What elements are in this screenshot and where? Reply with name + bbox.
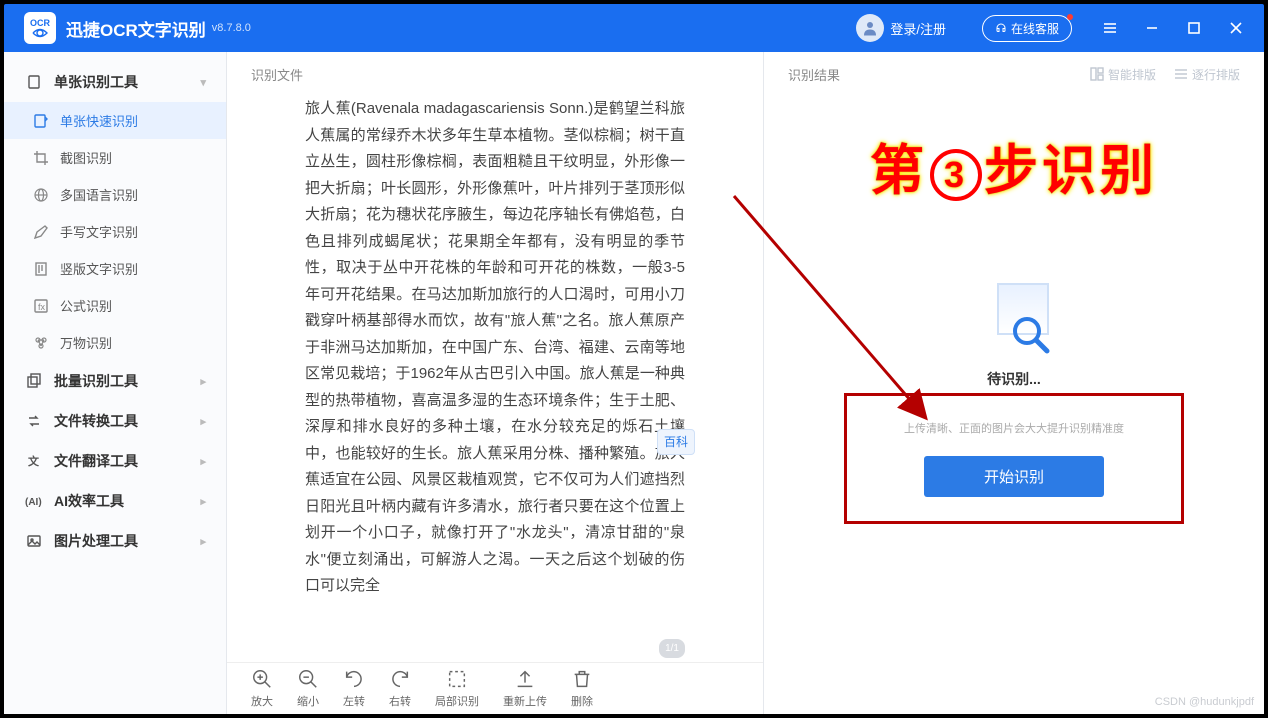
crop-icon <box>32 149 50 167</box>
watermark: CSDN @hudunkjpdf <box>1155 696 1254 708</box>
object-icon <box>32 334 50 352</box>
sidebar-item-formula[interactable]: fx公式识别 <box>4 287 226 324</box>
chevron-right-icon: ▸ <box>200 535 206 548</box>
app-window: OCR 迅捷OCR文字识别 v8.7.8.0 登录/注册 在线客服 单张识别工具… <box>4 4 1264 714</box>
formula-icon: fx <box>32 297 50 315</box>
close-button[interactable] <box>1228 20 1244 36</box>
sidebar-group-batch[interactable]: 批量识别工具▸ <box>4 361 226 401</box>
annotation-arrow-icon <box>724 186 984 446</box>
svg-text:文: 文 <box>28 454 40 468</box>
waiting-illustration-icon <box>979 283 1049 353</box>
tool-region[interactable]: 局部识别 <box>435 668 479 709</box>
tool-rotate-right[interactable]: 右转 <box>389 668 411 709</box>
result-header: 识别结果 智能排版 逐行排版 <box>764 52 1264 96</box>
sidebar-group-single[interactable]: 单张识别工具 ▾ <box>4 62 226 102</box>
wait-label: 待识别... <box>987 369 1041 389</box>
pen-icon <box>32 223 50 241</box>
upload-icon <box>514 668 536 690</box>
quick-icon <box>32 112 50 130</box>
convert-icon <box>24 411 44 431</box>
region-icon <box>446 668 468 690</box>
sidebar-group-translate[interactable]: 文文件翻译工具▸ <box>4 441 226 481</box>
smart-layout-button[interactable]: 智能排版 <box>1090 66 1156 83</box>
rotate-left-icon <box>343 668 365 690</box>
chevron-down-icon: ▾ <box>200 76 206 89</box>
sidebar-group-ai[interactable]: (AI)AI效率工具▸ <box>4 481 226 521</box>
chevron-right-icon: ▸ <box>200 375 206 388</box>
page-indicator: 1/1 <box>659 639 685 658</box>
document-preview[interactable]: 旅人蕉(Ravenala madagascariensis Sonn.)是鹤望兰… <box>227 96 763 662</box>
result-body: 第3步识别 待识别... 上传清晰、正面的图片会大大提升识别精准度 <box>764 96 1264 714</box>
layout-icon <box>1090 67 1104 81</box>
sidebar-item-handwriting[interactable]: 手写文字识别 <box>4 213 226 250</box>
zoom-in-icon <box>251 668 273 690</box>
app-body: 单张识别工具 ▾ 单张快速识别 截图识别 多国语言识别 手写文字识别 竖版文字识… <box>4 52 1264 714</box>
app-logo-icon: OCR <box>24 12 56 44</box>
svg-text:fx: fx <box>38 302 46 312</box>
rotate-right-icon <box>389 668 411 690</box>
globe-icon <box>32 186 50 204</box>
sidebar-item-vertical[interactable]: 竖版文字识别 <box>4 250 226 287</box>
batch-icon <box>24 371 44 391</box>
ai-icon: (AI) <box>24 491 44 511</box>
zoom-out-icon <box>297 668 319 690</box>
login-link[interactable]: 登录/注册 <box>890 19 946 38</box>
tool-zoom-in[interactable]: 放大 <box>251 668 273 709</box>
chevron-right-icon: ▸ <box>200 415 206 428</box>
translate-icon: 文 <box>24 451 44 471</box>
tool-zoom-out[interactable]: 缩小 <box>297 668 319 709</box>
line-layout-button[interactable]: 逐行排版 <box>1174 66 1240 83</box>
chevron-right-icon: ▸ <box>200 455 206 468</box>
tool-reupload[interactable]: 重新上传 <box>503 668 547 709</box>
menu-icon[interactable] <box>1102 20 1118 36</box>
source-header: 识别文件 <box>227 52 763 96</box>
sidebar-group-convert[interactable]: 文件转换工具▸ <box>4 401 226 441</box>
document-text: 旅人蕉(Ravenala madagascariensis Sonn.)是鹤望兰… <box>305 96 685 662</box>
app-title: 迅捷OCR文字识别 <box>66 16 206 41</box>
svg-text:(AI): (AI) <box>25 497 42 508</box>
sidebar-item-everything[interactable]: 万物识别 <box>4 324 226 361</box>
customer-service-button[interactable]: 在线客服 <box>982 15 1072 42</box>
titlebar: OCR 迅捷OCR文字识别 v8.7.8.0 登录/注册 在线客服 <box>4 4 1264 52</box>
source-pane: 识别文件 旅人蕉(Ravenala madagascariensis Sonn.… <box>227 52 764 714</box>
sidebar-item-quick[interactable]: 单张快速识别 <box>4 102 226 139</box>
result-pane: 识别结果 智能排版 逐行排版 第3步识别 待识别. <box>764 52 1264 714</box>
sidebar-item-multilang[interactable]: 多国语言识别 <box>4 176 226 213</box>
maximize-button[interactable] <box>1186 20 1202 36</box>
sidebar-item-screenshot[interactable]: 截图识别 <box>4 139 226 176</box>
headset-icon <box>995 22 1007 34</box>
vertical-text-icon <box>32 260 50 278</box>
minimize-button[interactable] <box>1144 20 1160 36</box>
trash-icon <box>571 668 593 690</box>
avatar-icon[interactable] <box>856 14 884 42</box>
tool-rotate-left[interactable]: 左转 <box>343 668 365 709</box>
single-page-icon <box>24 72 44 92</box>
chevron-right-icon: ▸ <box>200 495 206 508</box>
image-icon <box>24 531 44 551</box>
content: 识别文件 旅人蕉(Ravenala madagascariensis Sonn.… <box>227 52 1264 714</box>
start-recognition-button[interactable]: 开始识别 <box>924 456 1104 497</box>
baike-badge[interactable]: 百科 <box>657 429 695 455</box>
toolbar: 放大 缩小 左转 右转 局部识别 重新上传 删除 <box>227 662 763 714</box>
tool-delete[interactable]: 删除 <box>571 668 593 709</box>
app-version: v8.7.8.0 <box>212 22 251 34</box>
sidebar: 单张识别工具 ▾ 单张快速识别 截图识别 多国语言识别 手写文字识别 竖版文字识… <box>4 52 227 714</box>
lines-icon <box>1174 67 1188 81</box>
sidebar-group-image[interactable]: 图片处理工具▸ <box>4 521 226 561</box>
